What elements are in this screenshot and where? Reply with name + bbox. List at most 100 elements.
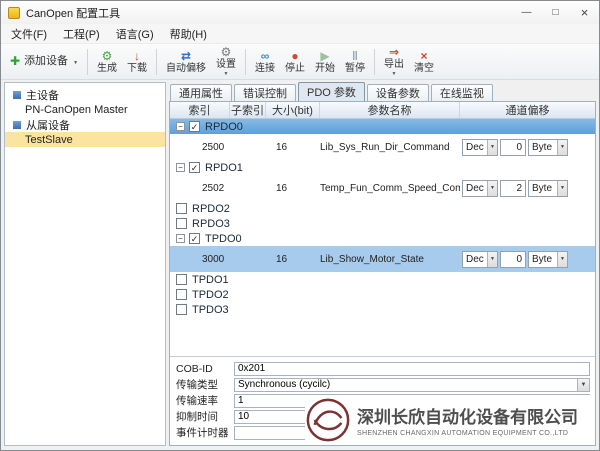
tab-error-control[interactable]: 错误控制 bbox=[234, 84, 296, 101]
format-select[interactable]: Dec▼ bbox=[462, 180, 498, 197]
pdo-entry-row-2502[interactable]: 250216Temp_Fun_Comm_Speed_CommDec▼2Byte▼ bbox=[170, 175, 595, 201]
chevron-down-icon: ▼ bbox=[224, 71, 229, 77]
company-name-cn: 深圳长欣自动化设备有限公司 bbox=[357, 403, 578, 428]
form-row-transmission-type: 传输类型Synchronous (cycilc)▼ bbox=[176, 377, 590, 392]
clear-button[interactable]: ×清空 bbox=[409, 48, 439, 76]
stop-button[interactable]: ●停止 bbox=[280, 48, 310, 76]
toolbar-separator bbox=[374, 49, 375, 75]
cell-size: 16 bbox=[266, 254, 320, 265]
close-button[interactable]: × bbox=[570, 1, 599, 24]
pdo-group-label: RPDO3 bbox=[192, 218, 230, 230]
cell-param-name: Lib_Show_Motor_State bbox=[320, 254, 460, 265]
pdo-group-row-tpdo0[interactable]: −✓ TPDO0 bbox=[170, 231, 595, 246]
tree-item-label: PN-CanOpen Master bbox=[25, 104, 128, 116]
collapse-icon[interactable]: − bbox=[176, 122, 185, 131]
stop-icon: ● bbox=[291, 50, 298, 63]
cell-channel-offset: Dec▼2Byte▼ bbox=[460, 180, 595, 197]
export-icon: ⇒ bbox=[389, 46, 399, 59]
chevron-down-icon: ▼ bbox=[557, 181, 567, 196]
pdo-entry-row-3000[interactable]: 300016Lib_Show_Motor_StateDec▼0Byte▼ bbox=[170, 246, 595, 272]
pdo-group-row-rpdo1[interactable]: −✓RPDO1 bbox=[170, 160, 595, 175]
pdo-group-row-rpdo3[interactable]: RPDO3 bbox=[170, 216, 595, 231]
cell-size: 16 bbox=[266, 142, 320, 153]
collapse-icon[interactable]: − bbox=[176, 234, 185, 243]
company-logo-mark bbox=[308, 400, 348, 440]
download-button-label: 下载 bbox=[127, 63, 147, 74]
pdo-enable-checkbox[interactable] bbox=[176, 274, 187, 285]
offset-value-input[interactable]: 2 bbox=[500, 180, 526, 197]
titlebar: CanOpen 配置工具 — □ × bbox=[1, 1, 599, 24]
chevron-down-icon[interactable]: ▼ bbox=[577, 379, 589, 391]
unit-select[interactable]: Byte▼ bbox=[528, 180, 568, 197]
tree-item-pn-canopen-master[interactable]: PN-CanOpen Master bbox=[5, 102, 165, 117]
pdo-group-label: TPDO2 bbox=[192, 289, 229, 301]
transmission-type-label: 传输类型 bbox=[176, 377, 234, 392]
offset-value-input[interactable]: 0 bbox=[500, 251, 526, 268]
pdo-group-row-tpdo3[interactable]: TPDO3 bbox=[170, 302, 595, 317]
pdo-enable-checkbox[interactable]: ✓ bbox=[189, 121, 200, 132]
column-header-5: 通道偏移 bbox=[460, 102, 595, 118]
menu-item-3[interactable]: 语言(G) bbox=[108, 24, 162, 44]
start-button[interactable]: ▶开始 bbox=[310, 48, 340, 76]
generate-button[interactable]: ⚙生成 bbox=[92, 48, 122, 76]
unit-value: Byte bbox=[532, 254, 552, 265]
tree-item-testslave[interactable]: TestSlave bbox=[5, 132, 165, 147]
pdo-group-row-tpdo1[interactable]: TPDO1 bbox=[170, 272, 595, 287]
tree-item-master-group[interactable]: 主设备 bbox=[5, 87, 165, 102]
settings-button[interactable]: ⚙设置▼ bbox=[211, 44, 241, 79]
pdo-enable-checkbox[interactable] bbox=[176, 203, 187, 214]
offset-value-input[interactable]: 0 bbox=[500, 139, 526, 156]
transmission-type-input[interactable]: Synchronous (cycilc)▼ bbox=[234, 378, 590, 392]
tab-online-monitor[interactable]: 在线监视 bbox=[431, 84, 493, 101]
tab-pdo-params[interactable]: PDO 参数 bbox=[298, 82, 365, 101]
pdo-enable-checkbox[interactable] bbox=[176, 289, 187, 300]
unit-select[interactable]: Byte▼ bbox=[528, 251, 568, 268]
cob-id-label: COB-ID bbox=[176, 363, 234, 375]
auto-offset-button[interactable]: ⇄自动偏移 bbox=[161, 48, 211, 76]
device-tree: 主设备PN-CanOpen Master从属设备TestSlave bbox=[4, 82, 166, 446]
app-window: CanOpen 配置工具 — □ × 文件(F)工程(P)语言(G)帮助(H) … bbox=[0, 0, 600, 451]
pdo-group-row-rpdo0[interactable]: −✓RPDO0 bbox=[170, 119, 595, 134]
pdo-enable-checkbox[interactable]: ✓ bbox=[189, 162, 200, 173]
download-button[interactable]: ↓下载 bbox=[122, 48, 152, 76]
column-header-2: 子索引 bbox=[230, 102, 266, 118]
pause-button[interactable]: ‖暂停 bbox=[340, 48, 370, 76]
tree-item-slave-group[interactable]: 从属设备 bbox=[5, 117, 165, 132]
inhibit-time-label: 抑制时间 bbox=[176, 409, 234, 424]
pdo-group-label: TPDO0 bbox=[205, 233, 242, 245]
pdo-group-label: RPDO2 bbox=[192, 203, 230, 215]
tree-item-label: 主设备 bbox=[26, 87, 59, 103]
pdo-group-row-tpdo2[interactable]: TPDO2 bbox=[170, 287, 595, 302]
transmission-rate-value: 1 bbox=[238, 395, 244, 406]
settings-gear-icon: ⚙ bbox=[221, 46, 232, 59]
tab-device-params[interactable]: 设备参数 bbox=[367, 84, 429, 101]
unit-select[interactable]: Byte▼ bbox=[528, 139, 568, 156]
cob-id-input[interactable]: 0x201 bbox=[234, 362, 590, 376]
collapse-icon[interactable]: − bbox=[176, 163, 185, 172]
connect-button[interactable]: ∞连接 bbox=[250, 48, 280, 76]
add-device-button[interactable]: ✚添加设备▼ bbox=[5, 53, 83, 70]
cell-param-name: Temp_Fun_Comm_Speed_Comm bbox=[320, 183, 460, 194]
menu-item-2[interactable]: 工程(P) bbox=[55, 24, 108, 44]
menu-item-1[interactable]: 文件(F) bbox=[3, 24, 55, 44]
event-timer-label: 事件计时器 bbox=[176, 425, 234, 440]
pdo-entry-row-2500[interactable]: 250016Lib_Sys_Run_Dir_CommandDec▼0Byte▼ bbox=[170, 134, 595, 160]
format-select[interactable]: Dec▼ bbox=[462, 251, 498, 268]
pdo-enable-checkbox[interactable] bbox=[176, 218, 187, 229]
watermark: 深圳长欣自动化设备有限公司 SHENZHEN CHANGXIN AUTOMATI… bbox=[305, 395, 593, 445]
format-select[interactable]: Dec▼ bbox=[462, 139, 498, 156]
pdo-enable-checkbox[interactable] bbox=[176, 304, 187, 315]
minimize-button[interactable]: — bbox=[512, 1, 541, 24]
generate-button-label: 生成 bbox=[97, 63, 117, 74]
transmission-rate-label: 传输速率 bbox=[176, 393, 234, 408]
device-group-icon bbox=[13, 121, 21, 129]
pdo-group-row-rpdo2[interactable]: RPDO2 bbox=[170, 201, 595, 216]
maximize-button[interactable]: □ bbox=[541, 1, 570, 24]
device-group-icon bbox=[13, 91, 21, 99]
pdo-table-header: 索引子索引大小(bit)参数名称通道偏移 bbox=[170, 102, 595, 119]
pdo-enable-checkbox[interactable]: ✓ bbox=[189, 233, 200, 244]
tab-general[interactable]: 通用属性 bbox=[170, 84, 232, 101]
tree-item-label: 从属设备 bbox=[26, 117, 70, 133]
menu-item-4[interactable]: 帮助(H) bbox=[162, 24, 215, 44]
export-button[interactable]: ⇒导出▼ bbox=[379, 44, 409, 79]
